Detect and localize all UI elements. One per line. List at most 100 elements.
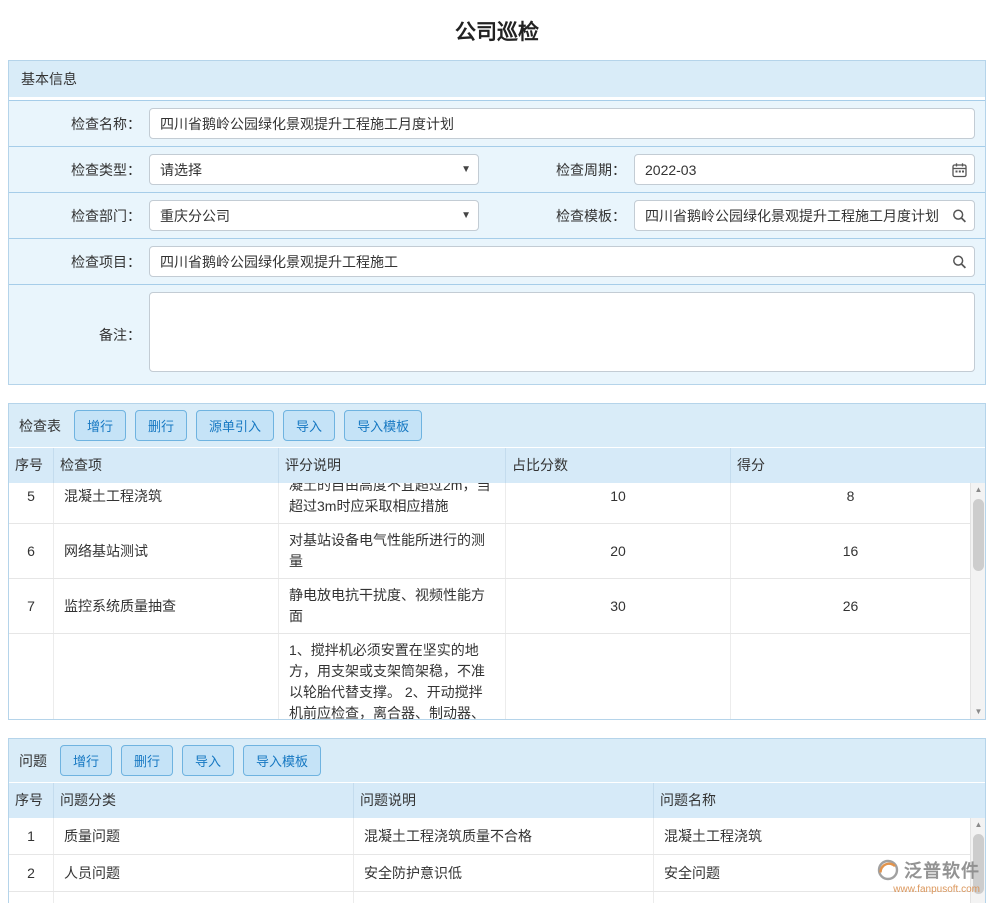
check-type-period-row: 检查类型： ▼ 检查周期：	[9, 146, 985, 192]
check-table-panel: 检查表 增行 删行 源单引入 导入 导入模板 序号 检查项 评分说明 占比分数 …	[8, 403, 986, 720]
col-header-category: 问题分类	[54, 783, 354, 818]
search-icon[interactable]	[952, 254, 967, 269]
cell-no: 6	[9, 524, 54, 578]
fanpu-logo-icon	[876, 858, 900, 882]
cell-ratio: 30	[506, 579, 731, 633]
cell-category: 人员问题	[54, 855, 354, 891]
check-period-input[interactable]	[634, 154, 975, 185]
cell-no: 2	[9, 855, 54, 891]
issues-toolbar: 问题 增行 删行 导入 导入模板	[9, 739, 985, 782]
cell-no: 5	[9, 483, 54, 523]
fanpu-watermark: 泛普软件 www.fanpusoft.com	[876, 857, 980, 895]
issues-panel: 问题 增行 删行 导入 导入模板 序号 问题分类 问题说明 问题名称 1 质量问…	[8, 738, 986, 903]
cell-desc	[354, 892, 654, 903]
table-row[interactable]: 1 质量问题 混凝土工程浇筑质量不合格 混凝土工程浇筑	[9, 818, 970, 855]
check-dept-select[interactable]: ▼	[149, 193, 489, 238]
cell-ratio	[506, 634, 731, 719]
cell-category: 质量问题	[54, 818, 354, 854]
table-row[interactable]: 5 混凝土工程浇筑 凝土的自由高度不宜超过2m，当超过3m时应采取相应措施 10…	[9, 483, 970, 524]
check-table-header-row: 序号 检查项 评分说明 占比分数 得分	[9, 447, 985, 483]
page-title: 公司巡检	[0, 0, 994, 60]
page-root: 公司巡检 基本信息 检查名称： 检查类型： ▼ 检查周期：	[0, 0, 994, 903]
issues-title: 问题	[19, 751, 47, 771]
table-row[interactable]: 2 人员问题 安全防护意识低 安全问题	[9, 855, 970, 892]
cell-item: 混凝土工程浇筑	[54, 483, 279, 523]
check-project-row: 检查项目：	[9, 238, 985, 284]
check-table-body: 5 混凝土工程浇筑 凝土的自由高度不宜超过2m，当超过3m时应采取相应措施 10…	[9, 483, 985, 719]
check-project-input[interactable]	[149, 246, 975, 277]
brand-url: www.fanpusoft.com	[876, 884, 980, 895]
col-header-desc: 评分说明	[279, 448, 506, 483]
import-button[interactable]: 导入	[182, 745, 234, 776]
table-row[interactable]: 3	[9, 892, 970, 903]
issues-header-row: 序号 问题分类 问题说明 问题名称	[9, 782, 985, 818]
table-row[interactable]: 1、搅拌机必须安置在坚实的地方，用支架或支架筒架稳，不准以轮胎代替支撑。 2、开…	[9, 634, 970, 719]
add-row-button[interactable]: 增行	[74, 410, 126, 441]
check-period-label: 检查周期：	[489, 160, 634, 180]
scroll-up-arrow[interactable]: ▲	[971, 483, 986, 497]
check-dept-label: 检查部门：	[9, 206, 149, 226]
cell-desc: 凝土的自由高度不宜超过2m，当超过3m时应采取相应措施	[279, 483, 506, 523]
scrollbar-thumb[interactable]	[973, 499, 984, 571]
scroll-down-arrow[interactable]: ▼	[971, 705, 986, 719]
check-template-label: 检查模板：	[489, 206, 634, 226]
search-icon[interactable]	[952, 208, 967, 223]
col-header-no: 序号	[9, 448, 54, 483]
cell-item: 监控系统质量抽查	[54, 579, 279, 633]
cell-item	[54, 634, 279, 719]
import-template-button[interactable]: 导入模板	[344, 410, 422, 441]
check-type-select[interactable]: ▼	[149, 147, 489, 192]
cell-desc: 静电放电抗干扰度、视频性能方面	[279, 579, 506, 633]
brand-name: 泛普软件	[904, 857, 980, 883]
cell-ratio: 10	[506, 483, 731, 523]
import-button[interactable]: 导入	[283, 410, 335, 441]
check-name-input[interactable]	[149, 108, 975, 139]
cell-no: 1	[9, 818, 54, 854]
cell-score: 8	[731, 483, 970, 523]
col-header-score: 得分	[731, 448, 985, 483]
check-project-label: 检查项目：	[9, 252, 149, 272]
check-period-field[interactable]	[634, 147, 985, 192]
remark-label: 备注：	[9, 325, 149, 345]
table-row[interactable]: 7 监控系统质量抽查 静电放电抗干扰度、视频性能方面 30 26	[9, 579, 970, 634]
cell-name: 混凝土工程浇筑	[654, 818, 970, 854]
check-name-row: 检查名称：	[9, 100, 985, 146]
cell-no	[9, 634, 54, 719]
delete-row-button[interactable]: 删行	[121, 745, 173, 776]
cell-desc: 安全防护意识低	[354, 855, 654, 891]
check-project-field[interactable]	[149, 239, 985, 284]
check-dept-value[interactable]	[149, 200, 479, 231]
cell-category	[54, 892, 354, 903]
col-header-name: 问题名称	[654, 783, 985, 818]
col-header-item: 检查项	[54, 448, 279, 483]
check-template-field[interactable]	[634, 193, 985, 238]
basic-info-panel: 基本信息 检查名称： 检查类型： ▼ 检查周期：	[8, 60, 986, 385]
check-template-input[interactable]	[634, 200, 975, 231]
basic-info-header: 基本信息	[9, 61, 985, 100]
check-dept-template-row: 检查部门： ▼ 检查模板：	[9, 192, 985, 238]
col-header-no: 序号	[9, 783, 54, 818]
source-import-button[interactable]: 源单引入	[196, 410, 274, 441]
add-row-button[interactable]: 增行	[60, 745, 112, 776]
table-row[interactable]: 6 网络基站测试 对基站设备电气性能所进行的测量 20 16	[9, 524, 970, 579]
remark-row: 备注：	[9, 284, 985, 384]
col-header-desc: 问题说明	[354, 783, 654, 818]
cell-desc: 对基站设备电气性能所进行的测量	[279, 524, 506, 578]
check-type-label: 检查类型：	[9, 160, 149, 180]
delete-row-button[interactable]: 删行	[135, 410, 187, 441]
cell-no: 3	[9, 892, 54, 903]
scroll-up-arrow[interactable]: ▲	[971, 818, 986, 832]
calendar-icon[interactable]	[952, 162, 967, 177]
col-header-ratio: 占比分数	[506, 448, 731, 483]
check-name-label: 检查名称：	[9, 114, 149, 134]
check-type-value[interactable]	[149, 154, 479, 185]
check-table-title: 检查表	[19, 416, 61, 436]
cell-score	[731, 634, 970, 719]
vertical-scrollbar[interactable]: ▲ ▼	[970, 483, 985, 719]
remark-textarea[interactable]	[149, 292, 975, 372]
cell-desc: 1、搅拌机必须安置在坚实的地方，用支架或支架筒架稳，不准以轮胎代替支撑。 2、开…	[279, 634, 506, 719]
cell-score: 26	[731, 579, 970, 633]
import-template-button[interactable]: 导入模板	[243, 745, 321, 776]
check-table-toolbar: 检查表 增行 删行 源单引入 导入 导入模板	[9, 404, 985, 447]
issues-body: 1 质量问题 混凝土工程浇筑质量不合格 混凝土工程浇筑 2 人员问题 安全防护意…	[9, 818, 985, 903]
